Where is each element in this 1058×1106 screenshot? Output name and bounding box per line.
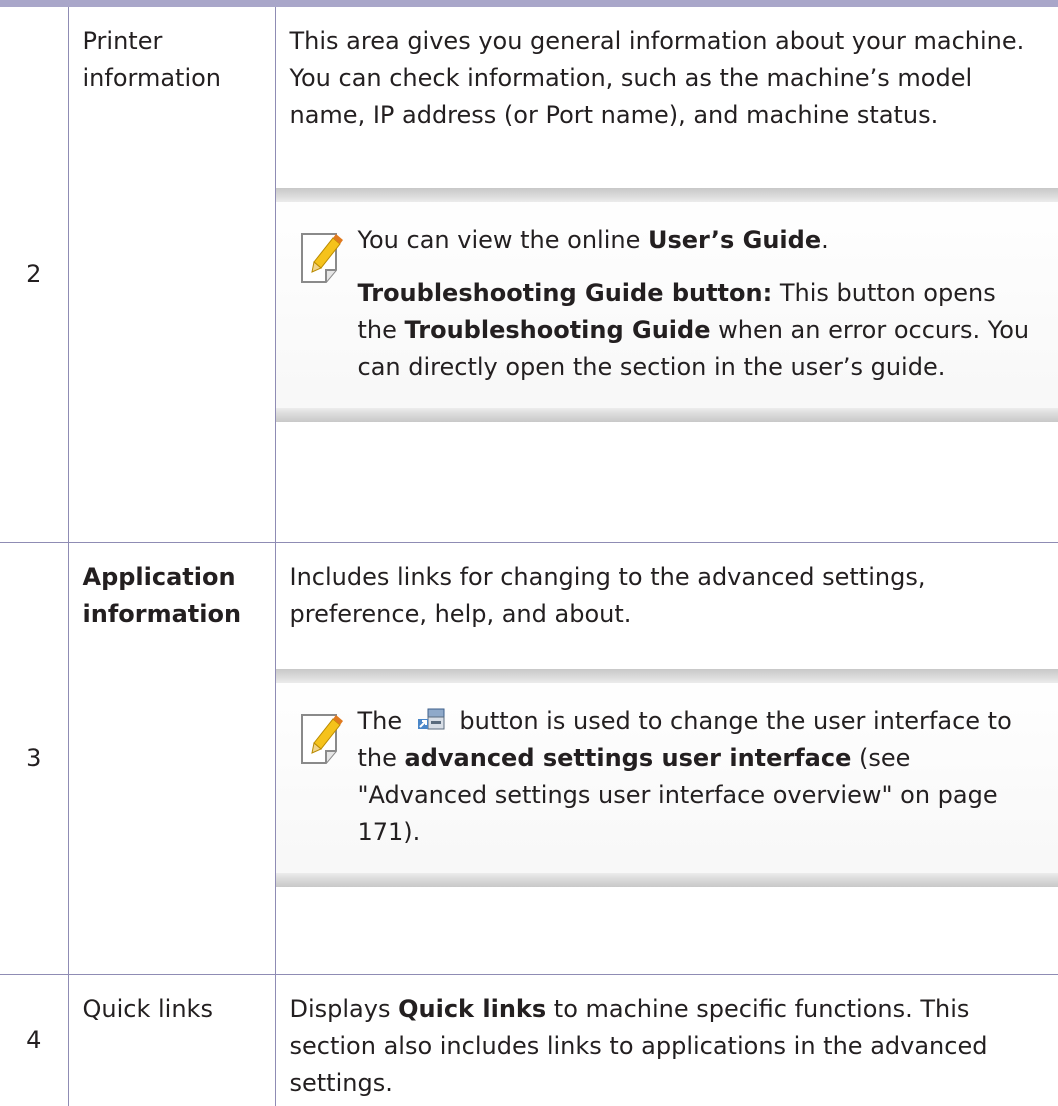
note-box: You can view the online User’s Guide. Tr… <box>275 188 1058 422</box>
table-row: 4 Quick links Displays Quick links to ma… <box>0 974 1058 1106</box>
note-pencil-icon <box>300 233 343 283</box>
row-label: Application information <box>68 542 276 975</box>
note-top-bar <box>275 668 1058 683</box>
note-pencil-icon <box>300 713 343 764</box>
note-top-bar <box>275 188 1058 202</box>
note-text: . <box>821 226 829 254</box>
feature-table: 2 Printer information This area gives yo… <box>0 7 1058 1106</box>
note-bottom-bar <box>275 408 1058 422</box>
note-paragraph: Troubleshooting Guide button: This butto… <box>358 275 1039 386</box>
row-description: This area gives you general information … <box>275 7 1058 543</box>
advanced-settings-switch-icon <box>417 708 445 729</box>
table-row: 3 Application information Includes links… <box>0 542 1058 975</box>
row-label: Quick links <box>68 974 276 1106</box>
note-content: You can view the online User’s Guide. Tr… <box>276 202 1058 408</box>
advanced-ui-term: advanced settings user interface <box>404 743 852 772</box>
note-box: The button is used to change the user in… <box>275 668 1058 887</box>
top-rule <box>0 0 1058 7</box>
users-guide-term: User’s Guide <box>647 226 822 254</box>
table-row: 2 Printer information This area gives yo… <box>0 7 1058 543</box>
row-description: Displays Quick links to machine specific… <box>275 974 1058 1106</box>
quick-links-term: Quick links <box>398 994 547 1023</box>
row-number: 4 <box>0 974 69 1106</box>
note-bottom-bar <box>275 872 1058 887</box>
row-label: Printer information <box>68 7 276 543</box>
description-text: Includes links for changing to the advan… <box>289 562 926 628</box>
troubleshooting-guide-term: Troubleshooting Guide <box>404 316 711 344</box>
row-description: Includes links for changing to the advan… <box>275 542 1058 975</box>
note-paragraph: You can view the online User’s Guide. <box>358 222 1039 259</box>
note-text: You can view the online <box>357 226 648 254</box>
troubleshooting-button-term: Troubleshooting Guide button: <box>357 279 773 307</box>
description-text: This area gives you general information … <box>289 27 1025 129</box>
note-content: The button is used to change the user in… <box>276 683 1058 873</box>
description-text: Displays Quick links to machine specific… <box>290 991 1049 1102</box>
note-text: The <box>357 706 410 735</box>
description-part: Displays <box>289 994 399 1023</box>
row-number: 3 <box>0 542 69 975</box>
note-paragraph: The button is used to change the user in… <box>358 703 1039 851</box>
row-number: 2 <box>0 7 69 543</box>
